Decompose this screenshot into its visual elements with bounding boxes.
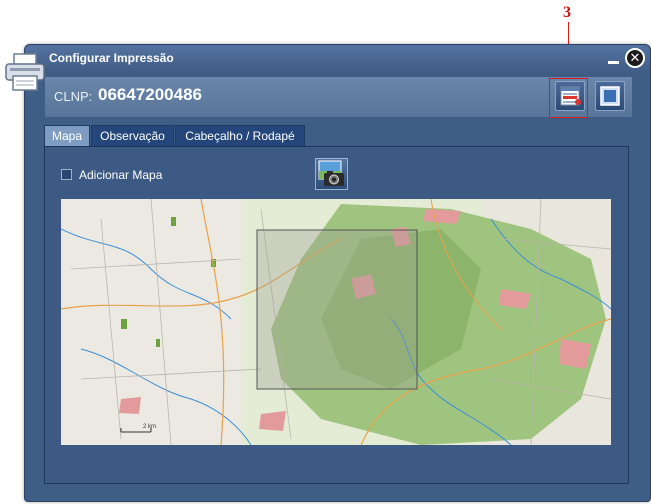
callout-number: 3 <box>563 4 571 21</box>
clnp-bar: CLNP: 06647200486 <box>45 77 632 117</box>
full-page-icon <box>600 86 620 106</box>
map-preview[interactable]: 2 km <box>61 199 611 445</box>
tab-observacao[interactable]: Observação <box>91 125 174 146</box>
close-button[interactable]: ✕ <box>625 48 645 68</box>
dialog-title: Configurar Impressão <box>49 51 174 65</box>
tab-mapa[interactable]: Mapa <box>44 125 90 146</box>
map-scale-label: 2 km <box>143 424 156 430</box>
clnp-label: CLNP: <box>54 89 93 104</box>
close-icon: ✕ <box>629 50 641 65</box>
full-page-button[interactable] <box>595 81 625 111</box>
map-image: 2 km <box>61 199 611 445</box>
add-map-label: Adicionar Mapa <box>79 168 163 182</box>
tab-cabecalho-rodape[interactable]: Cabeçalho / Rodapé <box>175 125 305 146</box>
camera-icon <box>318 160 344 186</box>
clnp-value: 06647200486 <box>98 85 203 104</box>
title-bar[interactable]: Configurar Impressão <box>25 45 650 75</box>
add-map-checkbox[interactable] <box>61 169 72 180</box>
capture-map-button[interactable] <box>315 158 348 190</box>
minimize-button[interactable] <box>608 61 619 64</box>
highlight-box <box>549 78 588 118</box>
printer-icon <box>4 52 46 92</box>
